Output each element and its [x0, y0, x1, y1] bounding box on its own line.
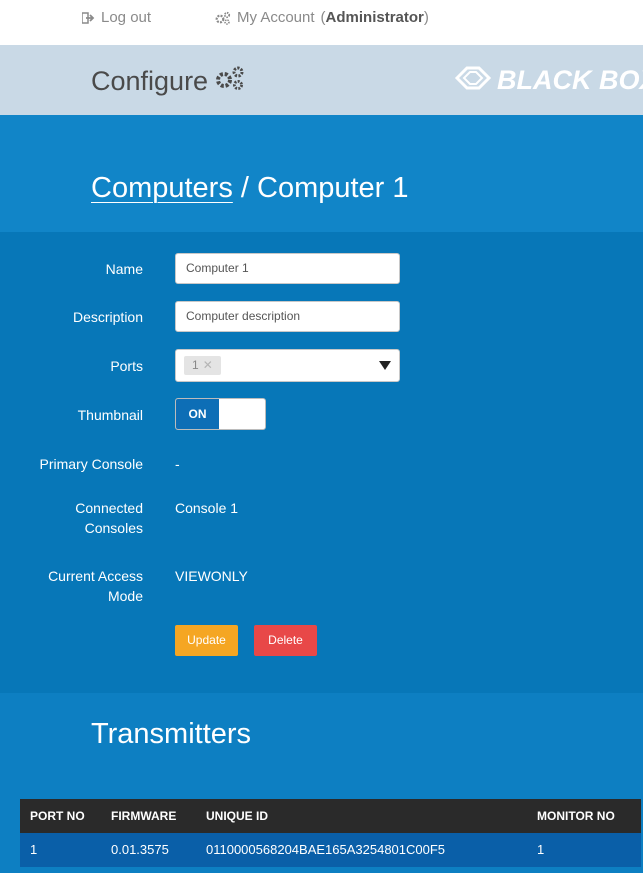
my-account-link[interactable]: My Account (Administrator) [215, 9, 429, 26]
cell-firmware: 0.01.3575 [111, 842, 169, 857]
port-tag-value: 1 [192, 358, 199, 372]
description-input[interactable]: Computer description [175, 301, 400, 332]
transmitters-section: Transmitters PORT NO FIRMWARE UNIQUE ID … [0, 693, 643, 873]
delete-button[interactable]: Delete [254, 625, 317, 656]
logout-icon [82, 11, 95, 24]
computer-form: Name Computer 1 Description Computer des… [0, 232, 643, 693]
breadcrumb: Computers / Computer 1 [91, 172, 409, 205]
thumbnail-toggle-state: ON [176, 399, 219, 429]
transmitters-table-header: PORT NO FIRMWARE UNIQUE ID MONITOR NO [20, 799, 641, 833]
name-input[interactable]: Computer 1 [175, 253, 400, 284]
description-label: Description [72, 309, 143, 325]
account-role: (Administrator) [320, 9, 429, 26]
cell-unique-id: 0110000568204BAE165A3254801C00F5 [206, 842, 446, 857]
breadcrumb-computers-link[interactable]: Computers [91, 172, 233, 204]
breadcrumb-current: Computer 1 [257, 172, 409, 204]
ports-label: Ports [110, 358, 143, 374]
page-title-text: Configure [91, 66, 209, 96]
page-title: Configure [91, 65, 246, 98]
access-mode-label: Current Access Mode [48, 566, 143, 606]
top-bar: Log out My Account (Administrator) [0, 0, 643, 40]
access-mode-label-line2: Mode [107, 588, 143, 604]
account-role-value: Administrator [325, 9, 424, 26]
primary-console-value: - [175, 456, 180, 472]
col-port-no: PORT NO [30, 809, 85, 823]
ports-select[interactable]: 1 ✕ [175, 349, 400, 382]
access-mode-value: VIEWONLY [175, 568, 248, 584]
thumbnail-toggle[interactable]: ON [175, 398, 266, 430]
col-monitor-no: MONITOR NO [537, 809, 615, 823]
transmitters-title: Transmitters [91, 718, 252, 750]
close-icon[interactable]: ✕ [203, 356, 213, 375]
connected-consoles-label-line2: Consoles [84, 520, 143, 536]
diamond-logo-icon [453, 63, 493, 98]
gears-icon [215, 11, 231, 25]
primary-console-label: Primary Console [39, 456, 143, 472]
update-button[interactable]: Update [175, 625, 238, 656]
header: Configure BLACK BOX [0, 45, 643, 115]
access-mode-label-line1: Current Access [48, 568, 143, 584]
brand-name: BLACK BOX [497, 65, 643, 95]
table-row[interactable]: 1 0.01.3575 0110000568204BAE165A3254801C… [20, 833, 641, 867]
thumbnail-label: Thumbnail [77, 407, 143, 423]
gears-icon [214, 65, 246, 98]
col-firmware: FIRMWARE [111, 809, 177, 823]
connected-consoles-label: Connected Consoles [75, 498, 143, 538]
title-strip: Computers / Computer 1 [0, 115, 643, 232]
connected-consoles-value: Console 1 [175, 500, 239, 516]
caret-down-icon[interactable] [379, 361, 391, 370]
name-label: Name [105, 261, 143, 277]
logout-link[interactable]: Log out [82, 9, 151, 26]
connected-consoles-label-line1: Connected [75, 500, 143, 516]
logout-label: Log out [101, 9, 152, 26]
my-account-label: My Account [237, 9, 315, 26]
brand-logo: BLACK BOX [453, 63, 643, 98]
breadcrumb-separator: / [232, 172, 257, 204]
col-unique-id: UNIQUE ID [206, 809, 269, 823]
port-tag: 1 ✕ [184, 356, 221, 375]
cell-port-no: 1 [30, 842, 38, 857]
main-panel: Computers / Computer 1 Name Computer 1 D… [0, 115, 643, 873]
cell-monitor-no: 1 [537, 842, 545, 857]
